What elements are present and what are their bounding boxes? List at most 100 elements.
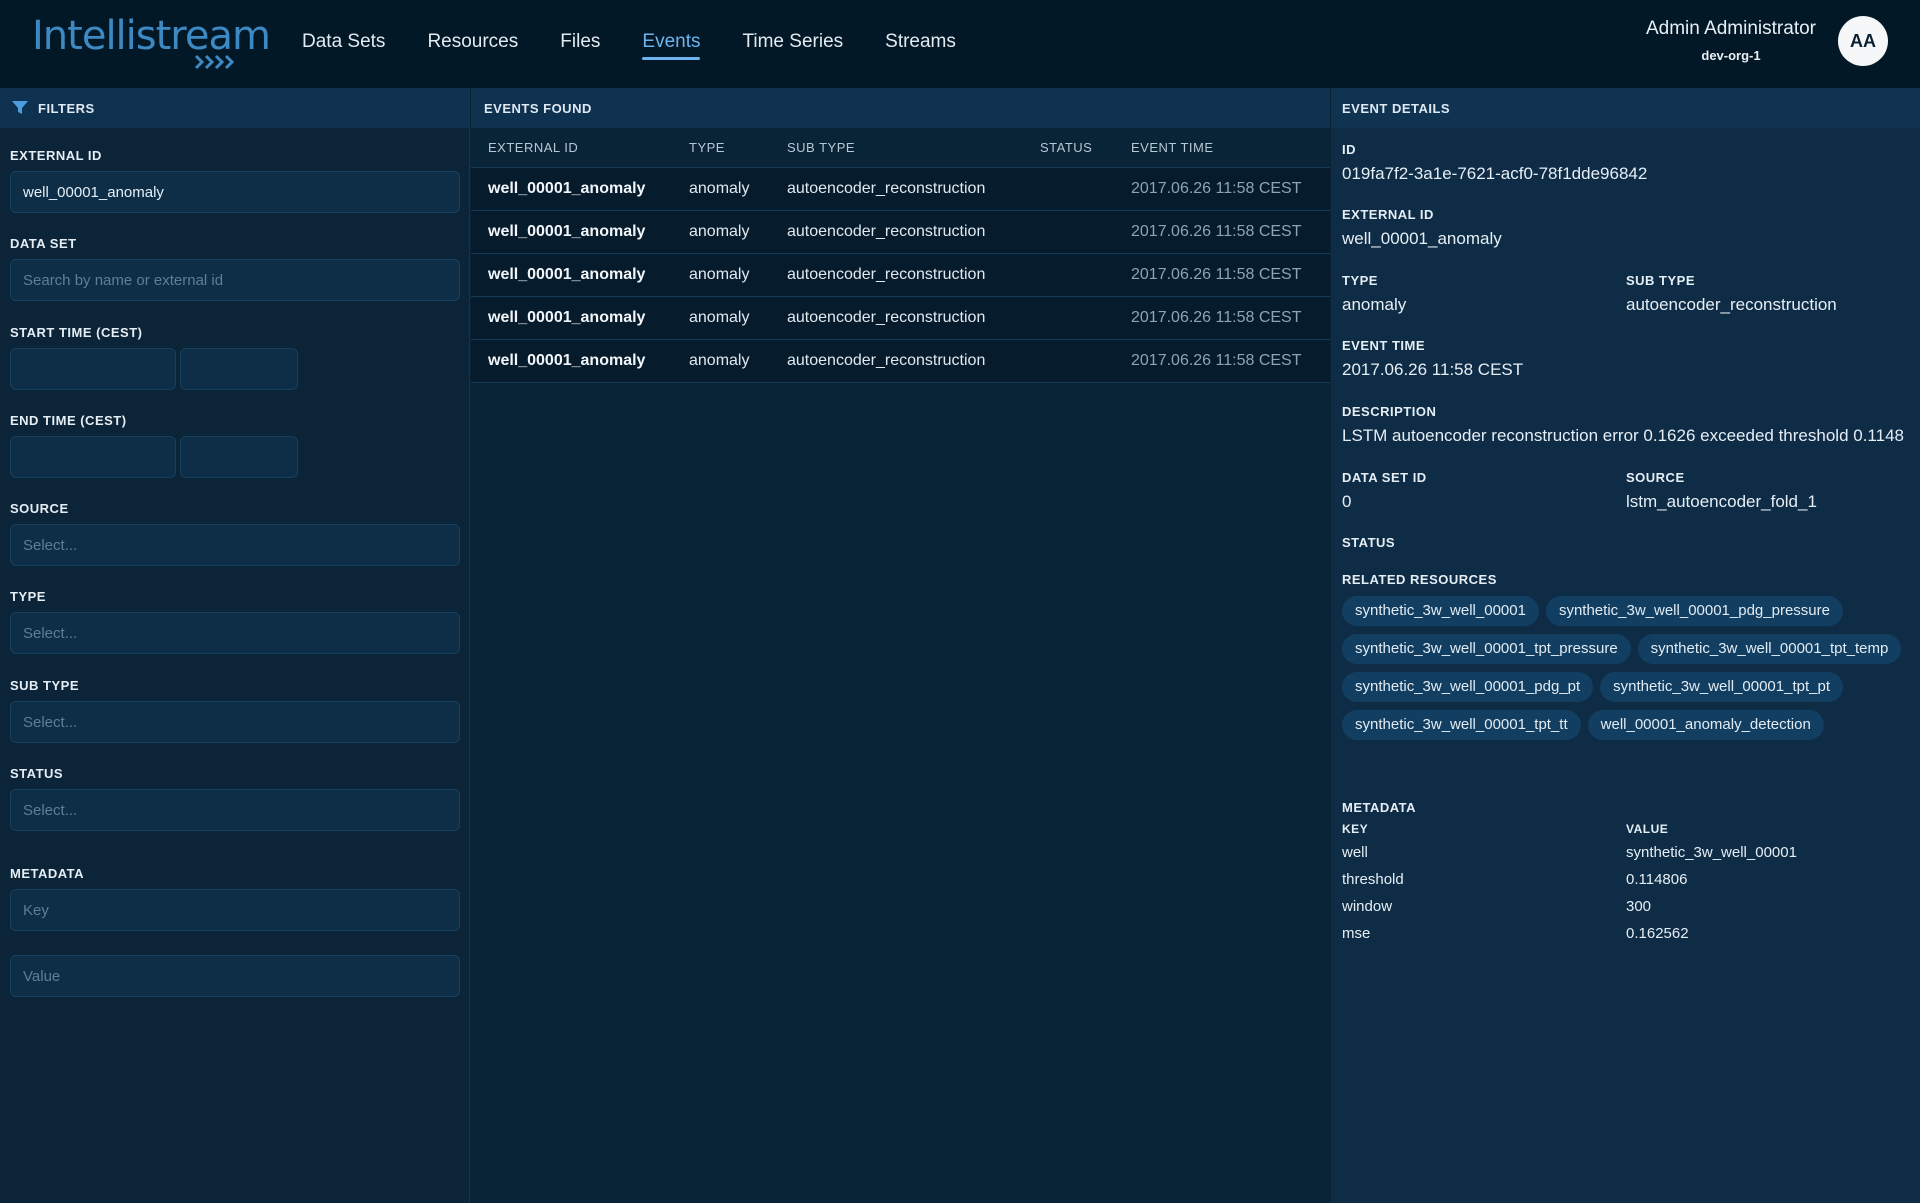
cell-external-id: well_00001_anomaly: [488, 309, 646, 326]
main-nav: Data Sets Resources Files Events Time Se…: [302, 0, 998, 88]
user-org: dev-org-1: [1701, 48, 1761, 63]
data-set-search-input[interactable]: [10, 259, 460, 301]
detail-data-set-id-value: 0: [1342, 492, 1352, 511]
sub-type-label: SUB TYPE: [10, 678, 80, 693]
metadata-key: threshold: [1342, 871, 1404, 888]
cell-external-id: well_00001_anomaly: [488, 266, 646, 283]
cell-type: anomaly: [689, 180, 750, 197]
sub-type-select[interactable]: [10, 701, 460, 743]
table-row[interactable]: well_00001_anomaly anomaly autoencoder_r…: [471, 340, 1330, 383]
external-id-input[interactable]: [10, 171, 460, 213]
nav-events[interactable]: Events: [642, 0, 701, 88]
col-status[interactable]: STATUS: [1040, 140, 1092, 155]
related-resources-label: RELATED RESOURCES: [1342, 572, 1497, 587]
end-time-label: END TIME (CEST): [10, 413, 127, 428]
table-row[interactable]: well_00001_anomaly anomaly autoencoder_r…: [471, 297, 1330, 340]
cell-event-time: 2017.06.26 11:58 CEST: [1131, 266, 1302, 283]
cell-event-time: 2017.06.26 11:58 CEST: [1131, 352, 1302, 369]
app-logo[interactable]: Intellistream: [32, 14, 271, 70]
cell-external-id: well_00001_anomaly: [488, 352, 646, 369]
detail-event-time-value: 2017.06.26 11:58 CEST: [1342, 360, 1524, 379]
nav-time-series[interactable]: Time Series: [742, 0, 843, 88]
status-label: STATUS: [10, 766, 64, 781]
col-external-id[interactable]: EXTERNAL ID: [488, 140, 578, 155]
cell-sub-type: autoencoder_reconstruction: [787, 223, 986, 240]
logo-chevrons-icon: [194, 54, 235, 70]
detail-sub-type-label: SUB TYPE: [1626, 273, 1696, 288]
cell-external-id: well_00001_anomaly: [488, 180, 646, 197]
related-resource-chip[interactable]: synthetic_3w_well_00001_tpt_pt: [1600, 672, 1843, 702]
related-resource-chip[interactable]: synthetic_3w_well_00001_pdg_pt: [1342, 672, 1594, 702]
nav-streams[interactable]: Streams: [885, 0, 956, 88]
cell-external-id: well_00001_anomaly: [488, 223, 646, 240]
metadata-key: window: [1342, 898, 1393, 915]
col-sub-type[interactable]: SUB TYPE: [787, 140, 855, 155]
related-resource-chip[interactable]: synthetic_3w_well_00001_tpt_temp: [1637, 634, 1902, 664]
related-resource-chip[interactable]: synthetic_3w_well_00001_tpt_pressure: [1342, 634, 1631, 664]
cell-type: anomaly: [689, 223, 750, 240]
detail-description-label: DESCRIPTION: [1342, 404, 1437, 419]
filters-panel: FILTERS EXTERNAL ID DATA SET START TIME …: [0, 88, 470, 1203]
detail-sub-type-value: autoencoder_reconstruction: [1626, 295, 1837, 314]
user-info[interactable]: Admin Administrator dev-org-1: [1646, 17, 1816, 67]
col-type[interactable]: TYPE: [689, 140, 725, 155]
filter-icon: [12, 101, 28, 114]
nav-resources[interactable]: Resources: [427, 0, 518, 88]
cell-sub-type: autoencoder_reconstruction: [787, 266, 986, 283]
metadata-label: METADATA: [1342, 800, 1417, 815]
cell-event-time: 2017.06.26 11:58 CEST: [1131, 309, 1302, 326]
type-label: TYPE: [10, 589, 46, 604]
status-select[interactable]: [10, 789, 460, 831]
events-table-header: EXTERNAL ID TYPE SUB TYPE STATUS EVENT T…: [471, 128, 1330, 168]
end-date-input[interactable]: [10, 436, 176, 478]
metadata-label: METADATA: [10, 866, 85, 881]
events-panel: EVENTS FOUND EXTERNAL ID TYPE SUB TYPE S…: [471, 88, 1330, 1203]
metadata-key-input[interactable]: [10, 889, 460, 931]
end-time-input[interactable]: [180, 436, 298, 478]
metadata-value-header: VALUE: [1626, 822, 1669, 836]
metadata-value-input[interactable]: [10, 955, 460, 997]
related-resource-chip[interactable]: synthetic_3w_well_00001: [1342, 596, 1539, 626]
metadata-value: synthetic_3w_well_00001: [1626, 844, 1797, 861]
related-resource-chip[interactable]: synthetic_3w_well_00001_tpt_tt: [1342, 710, 1581, 740]
data-set-label: DATA SET: [10, 236, 77, 251]
nav-files[interactable]: Files: [560, 0, 600, 88]
detail-type-label: TYPE: [1342, 273, 1378, 288]
start-time-label: START TIME (CEST): [10, 325, 143, 340]
cell-sub-type: autoencoder_reconstruction: [787, 352, 986, 369]
table-row[interactable]: well_00001_anomaly anomaly autoencoder_r…: [471, 254, 1330, 297]
type-select[interactable]: [10, 612, 460, 654]
detail-type-value: anomaly: [1342, 295, 1407, 314]
detail-event-time-label: EVENT TIME: [1342, 338, 1426, 353]
nav-data-sets[interactable]: Data Sets: [302, 0, 385, 88]
avatar[interactable]: AA: [1838, 16, 1888, 66]
related-resource-chip[interactable]: synthetic_3w_well_00001_pdg_pressure: [1545, 596, 1843, 626]
detail-external-id-value: well_00001_anomaly: [1342, 229, 1502, 248]
related-resource-chip[interactable]: well_00001_anomaly_detection: [1587, 710, 1824, 740]
filters-header: FILTERS: [0, 88, 469, 128]
metadata-value: 0.114806: [1626, 871, 1688, 888]
start-time-input[interactable]: [180, 348, 298, 390]
cell-type: anomaly: [689, 266, 750, 283]
external-id-label: EXTERNAL ID: [10, 148, 102, 163]
user-name: Admin Administrator: [1645, 18, 1816, 39]
cell-sub-type: autoencoder_reconstruction: [787, 180, 986, 197]
source-label: SOURCE: [10, 501, 69, 516]
metadata-key: well: [1342, 844, 1368, 861]
metadata-key-header: KEY: [1342, 822, 1369, 836]
detail-description-value: LSTM autoencoder reconstruction error 0.…: [1342, 426, 1904, 445]
detail-external-id-label: EXTERNAL ID: [1342, 207, 1434, 222]
related-resources-list: synthetic_3w_well_00001 synthetic_3w_wel…: [1342, 596, 1912, 748]
metadata-key: mse: [1342, 925, 1371, 942]
cell-type: anomaly: [689, 309, 750, 326]
top-navigation-bar: Intellistream Data Sets Resources Files …: [0, 0, 1920, 88]
detail-id-value: 019fa7f2-3a1e-7621-acf0-78f1dde96842: [1342, 164, 1648, 183]
source-select[interactable]: [10, 524, 460, 566]
table-row[interactable]: well_00001_anomaly anomaly autoencoder_r…: [471, 168, 1330, 211]
events-header: EVENTS FOUND: [471, 88, 1330, 128]
start-date-input[interactable]: [10, 348, 176, 390]
event-details-header: EVENT DETAILS: [1331, 88, 1920, 128]
detail-data-set-id-label: DATA SET ID: [1342, 470, 1427, 485]
col-event-time[interactable]: EVENT TIME: [1131, 140, 1214, 155]
table-row[interactable]: well_00001_anomaly anomaly autoencoder_r…: [471, 211, 1330, 254]
